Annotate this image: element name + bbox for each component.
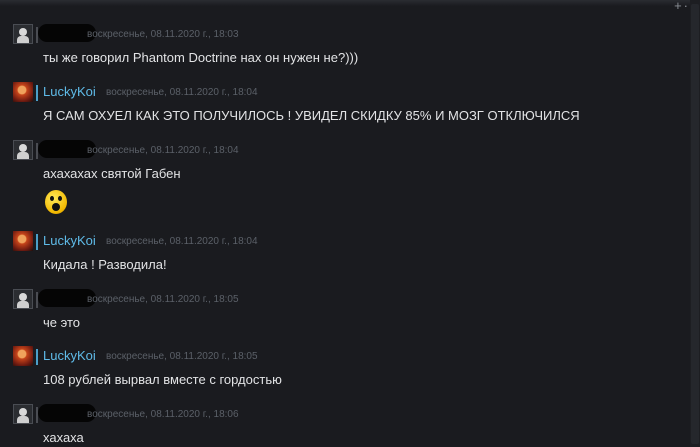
status-bar xyxy=(36,234,38,250)
avatar[interactable] xyxy=(13,140,33,160)
expand-collapse-icon[interactable]: +· xyxy=(674,0,690,13)
message-text: ты же говорил Phantom Doctrine нах он ну… xyxy=(43,50,359,65)
username[interactable]: LuckyKoi xyxy=(43,84,96,100)
avatar[interactable] xyxy=(13,346,33,366)
chat-message: LuckyKoi воскресенье, 08.11.2020 г., 18:… xyxy=(13,82,673,123)
message-header: LuckyKoi воскресенье, 08.11.2020 г., 18:… xyxy=(13,82,673,102)
chat-message: воскресенье, 08.11.2020 г., 18:05 че это xyxy=(13,289,673,330)
message-text: ахахахах святой Габен xyxy=(43,166,181,181)
message-header: воскресенье, 08.11.2020 г., 18:04 xyxy=(13,140,673,160)
message-header: LuckyKoi воскресенье, 08.11.2020 г., 18:… xyxy=(13,231,673,251)
top-shadow xyxy=(0,0,700,6)
chat-message: воскресенье, 08.11.2020 г., 18:03 ты же … xyxy=(13,24,673,65)
scrollbar[interactable] xyxy=(690,0,700,447)
message-timestamp: воскресенье, 08.11.2020 г., 18:03 xyxy=(87,29,239,40)
message-header: LuckyKoi воскресенье, 08.11.2020 г., 18:… xyxy=(13,346,673,366)
message-timestamp: воскресенье, 08.11.2020 г., 18:05 xyxy=(87,294,239,305)
message-text: 108 рублей вырвал вместе с гордостью xyxy=(43,372,282,387)
username[interactable]: LuckyKoi xyxy=(43,233,96,249)
avatar[interactable] xyxy=(13,231,33,251)
message-text: Кидала ! Разводила! xyxy=(43,257,167,272)
avatar[interactable] xyxy=(13,289,33,309)
message-header: воскресенье, 08.11.2020 г., 18:06 xyxy=(13,404,673,424)
message-header: воскресенье, 08.11.2020 г., 18:05 xyxy=(13,289,673,309)
chat-message: LuckyKoi воскресенье, 08.11.2020 г., 18:… xyxy=(13,231,673,272)
message-text: че это xyxy=(43,315,81,330)
shocked-face-emoji-icon xyxy=(45,190,67,214)
username[interactable]: LuckyKoi xyxy=(43,348,96,364)
chat-message: воскресенье, 08.11.2020 г., 18:06 хахаха xyxy=(13,404,673,445)
avatar[interactable] xyxy=(13,82,33,102)
message-timestamp: воскресенье, 08.11.2020 г., 18:04 xyxy=(87,145,239,156)
message-header: воскресенье, 08.11.2020 г., 18:03 xyxy=(13,24,673,44)
scrollbar-thumb[interactable] xyxy=(691,4,699,444)
message-timestamp: воскресенье, 08.11.2020 г., 18:05 xyxy=(106,351,258,362)
chat-message: LuckyKoi воскресенье, 08.11.2020 г., 18:… xyxy=(13,346,673,387)
chat-message: воскресенье, 08.11.2020 г., 18:04 ахахах… xyxy=(13,140,673,214)
message-timestamp: воскресенье, 08.11.2020 г., 18:06 xyxy=(87,409,239,420)
message-timestamp: воскресенье, 08.11.2020 г., 18:04 xyxy=(106,87,258,98)
message-timestamp: воскресенье, 08.11.2020 г., 18:04 xyxy=(106,236,258,247)
avatar[interactable] xyxy=(13,24,33,44)
status-bar xyxy=(36,85,38,101)
message-text: Я САМ ОХУЕЛ КАК ЭТО ПОЛУЧИЛОСЬ ! УВИДЕЛ … xyxy=(43,108,580,123)
message-text: хахаха xyxy=(43,430,84,445)
status-bar xyxy=(36,349,38,365)
avatar[interactable] xyxy=(13,404,33,424)
